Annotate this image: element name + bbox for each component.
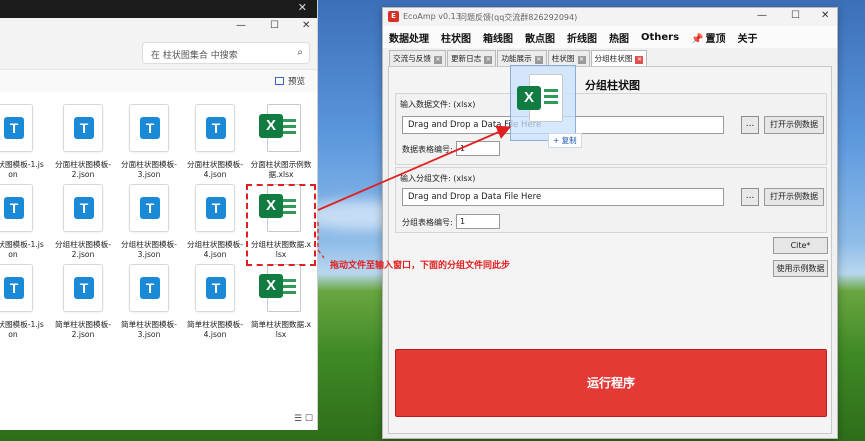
annotation-leader-line <box>317 222 325 259</box>
annotation-text: 拖动文件至输入窗口，下面的分组文件同此步 <box>330 261 511 271</box>
annotation-arrows <box>317 125 512 259</box>
drag-arrow-line <box>317 125 512 211</box>
